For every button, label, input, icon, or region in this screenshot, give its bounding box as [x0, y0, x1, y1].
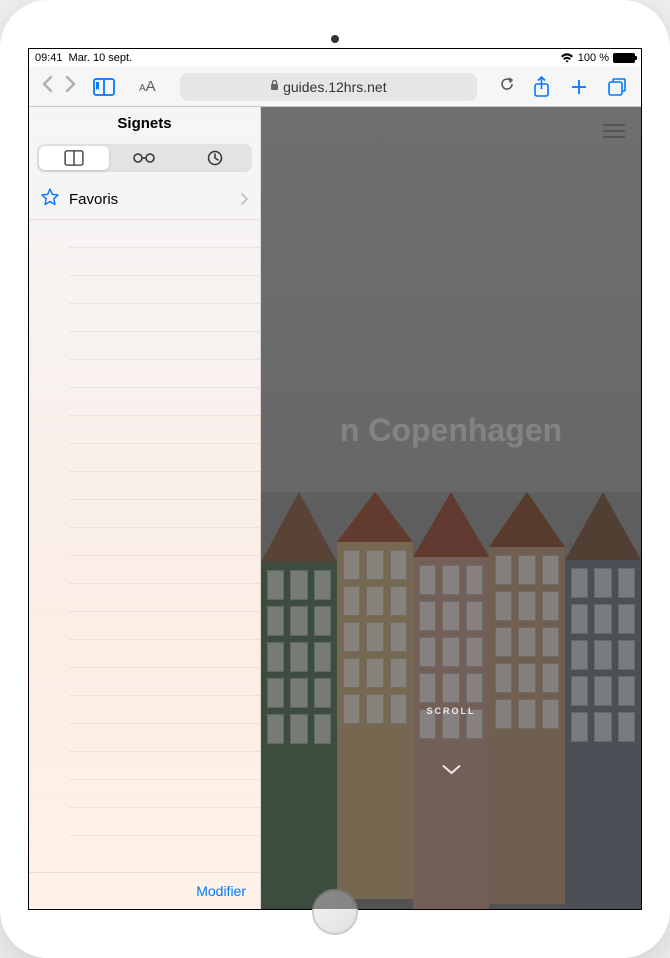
- list-row: [69, 640, 260, 668]
- list-row: [69, 220, 260, 248]
- history-tab[interactable]: [180, 146, 250, 170]
- text-size-button[interactable]: AA: [127, 78, 168, 95]
- list-row: [69, 584, 260, 612]
- share-button[interactable]: [529, 76, 553, 98]
- list-row: [69, 444, 260, 472]
- status-left: 09:41 Mar. 10 sept.: [35, 52, 132, 64]
- list-row: [69, 668, 260, 696]
- bookmarks-tab[interactable]: [39, 146, 109, 170]
- address-bar[interactable]: guides.12hrs.net: [180, 73, 477, 101]
- list-row: [69, 612, 260, 640]
- chevron-down-icon: [427, 760, 476, 781]
- list-row: [69, 808, 260, 836]
- sidebar-title: Signets: [29, 107, 260, 140]
- nav-arrows: [37, 75, 81, 99]
- list-row: [69, 724, 260, 752]
- scroll-label: SCROLL: [427, 706, 476, 716]
- battery-percent: 100 %: [578, 52, 609, 64]
- status-time: 09:41: [35, 52, 63, 64]
- bookmarks-button[interactable]: [85, 78, 123, 96]
- list-row: [69, 556, 260, 584]
- content-area: Signets: [29, 107, 641, 909]
- status-bar: 09:41 Mar. 10 sept. 100 %: [29, 49, 641, 67]
- wifi-icon: [560, 53, 574, 63]
- bookmark-label: Favoris: [69, 191, 230, 208]
- safari-toolbar: AA guides.12hrs.net: [29, 67, 641, 107]
- bookmarks-sidebar: Signets: [29, 107, 261, 909]
- toolbar-right: [529, 76, 633, 98]
- forward-button[interactable]: [65, 75, 77, 99]
- reload-button[interactable]: [489, 75, 525, 98]
- bookmark-item-favoris[interactable]: Favoris: [29, 180, 260, 220]
- dimming-overlay[interactable]: [261, 107, 641, 909]
- webpage-content[interactable]: n Copenhagen SCROLL: [261, 107, 641, 909]
- chevron-right-icon: [240, 192, 248, 208]
- list-row: [69, 360, 260, 388]
- list-row: [69, 780, 260, 808]
- new-tab-button[interactable]: [567, 76, 591, 98]
- back-button[interactable]: [41, 75, 53, 99]
- list-row: [69, 416, 260, 444]
- list-row: [69, 696, 260, 724]
- lock-icon: [270, 79, 279, 94]
- list-row: [69, 248, 260, 276]
- scroll-indicator: SCROLL: [427, 706, 476, 781]
- list-row: [69, 388, 260, 416]
- status-right: 100 %: [560, 52, 635, 64]
- list-row: [69, 752, 260, 780]
- list-row: [69, 528, 260, 556]
- hamburger-menu-icon[interactable]: [603, 123, 625, 144]
- list-row: [69, 500, 260, 528]
- ipad-screen: 09:41 Mar. 10 sept. 100 %: [28, 48, 642, 910]
- list-row: [69, 332, 260, 360]
- sidebar-tabs: [37, 144, 252, 172]
- list-row: [69, 304, 260, 332]
- list-row: [69, 276, 260, 304]
- battery-icon: [613, 53, 635, 63]
- ipad-frame: 09:41 Mar. 10 sept. 100 %: [0, 0, 670, 958]
- status-date: Mar. 10 sept.: [69, 52, 133, 64]
- tabs-button[interactable]: [605, 76, 629, 98]
- front-camera: [331, 35, 339, 43]
- reading-list-tab[interactable]: [109, 146, 179, 170]
- bookmark-list[interactable]: Favoris: [29, 180, 260, 872]
- url-text: guides.12hrs.net: [283, 79, 387, 95]
- star-icon: [41, 188, 59, 211]
- edit-button[interactable]: Modifier: [29, 872, 260, 909]
- list-row: [69, 472, 260, 500]
